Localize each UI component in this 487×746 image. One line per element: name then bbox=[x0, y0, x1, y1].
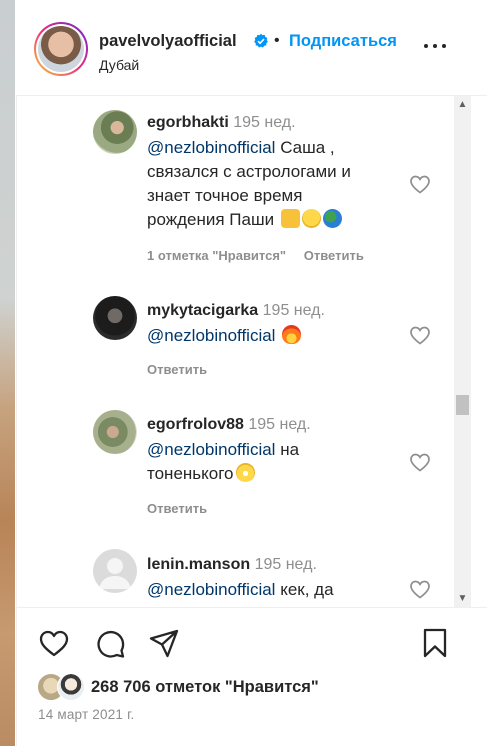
scrollbar-thumb[interactable] bbox=[456, 395, 469, 415]
comment-text: @nezlobinofficial кек, да bbox=[147, 580, 334, 599]
save-bookmark-icon[interactable] bbox=[419, 627, 451, 659]
post-location[interactable]: Дубай bbox=[99, 57, 139, 73]
comment-username[interactable]: egorbhakti bbox=[147, 114, 229, 131]
comment-item: lenin.manson 195 нед. bbox=[147, 556, 317, 574]
share-send-icon[interactable] bbox=[148, 627, 180, 659]
comments-scrollbar[interactable]: ▲ ▼ bbox=[454, 96, 471, 607]
comment-text: @nezlobinofficial bbox=[147, 324, 302, 348]
comment-mention[interactable]: @nezlobinofficial bbox=[147, 580, 275, 599]
likes-count[interactable]: 268 706 отметок "Нравится" bbox=[91, 678, 319, 697]
grinning-sweat-emoji bbox=[235, 463, 255, 482]
follow-button[interactable]: Подписаться bbox=[289, 32, 397, 51]
comment-like-heart-icon[interactable] bbox=[408, 323, 432, 347]
comment-username[interactable]: egorfrolov88 bbox=[147, 416, 244, 433]
comment-item: mykytacigarka 195 нед. bbox=[147, 302, 325, 320]
comment-avatar[interactable] bbox=[93, 296, 137, 340]
comment-mention[interactable]: @nezlobinofficial bbox=[147, 138, 275, 157]
comment-text: @nezlobinofficial Саша , связался с астр… bbox=[147, 138, 351, 229]
like-heart-icon[interactable] bbox=[38, 627, 70, 659]
fire-emoji bbox=[282, 325, 302, 344]
divider bbox=[16, 607, 487, 608]
comment-avatar[interactable] bbox=[93, 549, 137, 593]
comment-time: 195 нед. bbox=[233, 114, 296, 131]
reply-button[interactable]: Ответить bbox=[147, 362, 207, 377]
background-photo-edge bbox=[0, 0, 15, 746]
comment-meta: Ответить bbox=[147, 362, 221, 377]
more-options-icon[interactable] bbox=[424, 40, 448, 52]
reply-button[interactable]: Ответить bbox=[304, 248, 364, 263]
default-avatar-icon bbox=[99, 558, 131, 589]
author-username[interactable]: pavelvolyaofficial bbox=[99, 32, 237, 51]
comment-text: @nezlobinofficial на тоненького bbox=[147, 440, 300, 483]
comments-list[interactable]: egorbhakti 195 нед. @nezlobinofficial Са… bbox=[16, 96, 454, 607]
comment-username[interactable]: mykytacigarka bbox=[147, 302, 258, 319]
author-avatar[interactable] bbox=[34, 22, 88, 76]
comment-mention[interactable]: @nezlobinofficial bbox=[147, 326, 275, 345]
comment-like-heart-icon[interactable] bbox=[408, 450, 432, 474]
comment-time: 195 нед. bbox=[254, 556, 317, 573]
post-date[interactable]: 14 март 2021 г. bbox=[38, 707, 135, 722]
comment-time: 195 нед. bbox=[262, 302, 325, 319]
header-separator: • bbox=[274, 32, 280, 49]
comment-mention[interactable]: @nezlobinofficial bbox=[147, 440, 275, 459]
liker-avatar bbox=[57, 673, 85, 701]
comment-item: egorfrolov88 195 нед. bbox=[147, 416, 311, 434]
comment-username[interactable]: lenin.manson bbox=[147, 556, 250, 573]
scroll-down-arrow-icon[interactable]: ▼ bbox=[454, 590, 471, 607]
comment-likes-link[interactable]: 1 отметка "Нравится" bbox=[147, 248, 286, 263]
comment-item: egorbhakti 195 нед. bbox=[147, 114, 296, 132]
comment-meta: Ответить bbox=[147, 501, 221, 516]
verified-badge-icon bbox=[254, 33, 268, 48]
reply-button[interactable]: Ответить bbox=[147, 501, 207, 516]
comment-avatar[interactable] bbox=[93, 410, 137, 454]
scroll-up-arrow-icon[interactable]: ▲ bbox=[454, 96, 471, 113]
comment-meta: 1 отметка "Нравится" Ответить bbox=[147, 248, 378, 263]
raising-hands-emoji bbox=[280, 209, 300, 228]
globe-emoji bbox=[322, 209, 342, 228]
slightly-smiling-emoji bbox=[301, 209, 321, 228]
comment-like-heart-icon[interactable] bbox=[408, 172, 432, 196]
likers-avatars[interactable] bbox=[37, 673, 89, 701]
comment-icon[interactable] bbox=[94, 627, 126, 659]
comment-time: 195 нед. bbox=[248, 416, 311, 433]
comment-like-heart-icon[interactable] bbox=[408, 577, 432, 601]
comment-avatar[interactable] bbox=[93, 110, 137, 154]
